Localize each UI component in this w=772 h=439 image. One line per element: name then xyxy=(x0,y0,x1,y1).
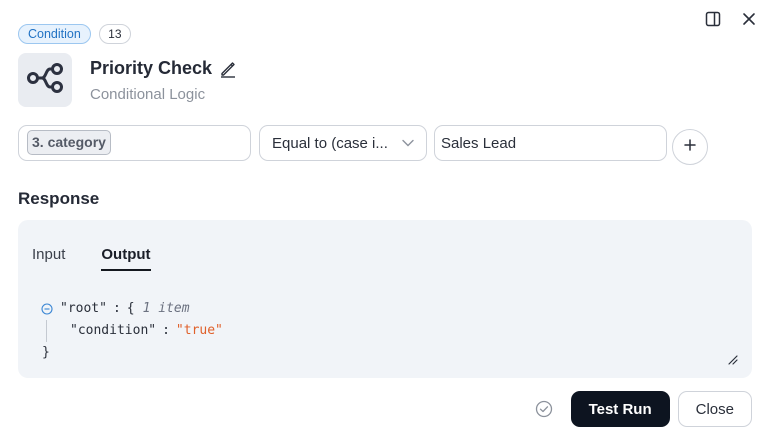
json-entry-line: "condition" : "true" xyxy=(40,320,223,342)
branch-icon xyxy=(26,62,64,98)
node-icon-tile xyxy=(18,53,72,107)
json-item-count: 1 item xyxy=(142,301,190,316)
node-subtitle: Conditional Logic xyxy=(90,86,206,103)
pencil-icon[interactable] xyxy=(218,59,238,79)
node-count-badge: 13 xyxy=(98,24,131,44)
json-open-brace: { xyxy=(126,301,135,316)
json-separator: : xyxy=(112,301,121,316)
window-actions xyxy=(700,9,762,29)
value-field[interactable] xyxy=(434,125,667,161)
json-viewer: "root" : { 1 item "condition" : "true" } xyxy=(40,298,223,364)
variable-field[interactable]: 3. category xyxy=(18,125,251,161)
collapse-icon[interactable] xyxy=(40,302,54,316)
node-badges: Condition 13 xyxy=(18,24,131,44)
response-panel: Input Output "root" : { 1 item "conditio… xyxy=(18,220,752,378)
split-panel-icon[interactable] xyxy=(700,9,726,29)
json-entry-key: "condition" xyxy=(70,323,157,338)
json-root-key: "root" xyxy=(60,301,107,316)
json-entry-value: "true" xyxy=(175,323,223,338)
tab-output[interactable]: Output xyxy=(101,246,151,271)
node-title: Priority Check xyxy=(90,58,213,78)
variable-chip[interactable]: 3. category xyxy=(27,130,111,155)
node-title-row: Priority Check xyxy=(90,58,238,79)
response-heading: Response xyxy=(18,189,100,208)
chevron-down-icon xyxy=(402,134,414,152)
indent-guide xyxy=(46,320,47,342)
json-close-line: } xyxy=(40,342,223,364)
value-input[interactable] xyxy=(441,134,660,152)
json-root-line: "root" : { 1 item xyxy=(40,298,223,320)
response-tabs: Input Output xyxy=(32,246,151,271)
resize-handle-icon[interactable] xyxy=(726,352,738,365)
operator-value: Equal to (case i... xyxy=(272,134,388,152)
footer-actions: Test Run Close xyxy=(533,391,752,427)
close-button[interactable]: Close xyxy=(677,391,752,427)
node-type-badge: Condition xyxy=(18,24,91,44)
json-entry-separator: : xyxy=(162,323,170,338)
add-condition-button[interactable] xyxy=(672,129,708,165)
tab-input[interactable]: Input xyxy=(32,246,65,271)
plus-icon xyxy=(684,138,696,156)
operator-select[interactable]: Equal to (case i... xyxy=(259,125,427,161)
close-icon[interactable] xyxy=(736,9,762,29)
json-close-brace: } xyxy=(42,345,50,360)
check-circle-icon xyxy=(533,398,555,420)
test-run-button[interactable]: Test Run xyxy=(570,391,670,427)
